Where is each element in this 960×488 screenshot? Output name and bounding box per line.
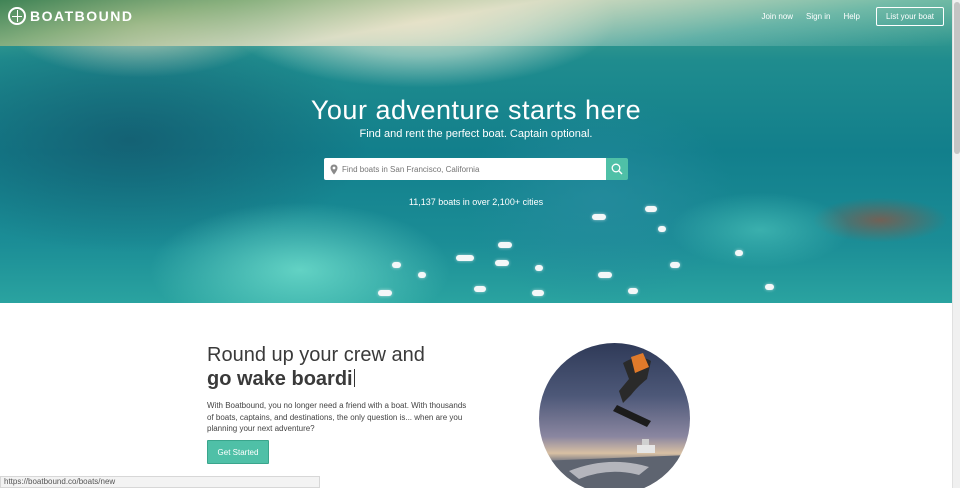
boat-decor xyxy=(498,242,512,248)
boat-decor xyxy=(378,290,392,296)
boat-decor xyxy=(598,272,612,278)
boat-decor xyxy=(592,214,606,220)
anchor-wheel-icon xyxy=(8,7,26,25)
hero-title: Your adventure starts here xyxy=(310,95,642,125)
join-now-link[interactable]: Join now xyxy=(761,12,793,21)
feature-description: With Boatbound, you no longer need a fri… xyxy=(207,401,467,433)
boat-decor xyxy=(532,290,544,296)
hero-subtitle: Find and rent the perfect boat. Captain … xyxy=(359,128,593,140)
brand-logo[interactable]: BOATBOUND xyxy=(8,7,133,25)
browser-status-url: https://boatbound.co/boats/new xyxy=(0,476,320,488)
page: BOATBOUND Join now Sign in Help List you… xyxy=(0,0,952,488)
logo-text: BOATBOUND xyxy=(30,8,134,24)
top-navigation: BOATBOUND Join now Sign in Help List you… xyxy=(0,0,952,32)
boat-decor xyxy=(670,262,680,268)
boat-decor xyxy=(495,260,509,266)
boat-decor xyxy=(418,272,426,278)
boat-decor xyxy=(535,265,543,271)
boat-decor xyxy=(765,284,774,290)
list-your-boat-button[interactable]: List your boat xyxy=(875,7,944,26)
headline-line-1: Round up your crew and xyxy=(207,344,425,366)
search-button[interactable] xyxy=(606,158,628,180)
boat-decor xyxy=(735,250,743,256)
boat-decor xyxy=(628,288,638,294)
boat-count-text: 11,137 boats in over 2,100+ cities xyxy=(408,197,544,207)
typing-cursor xyxy=(353,369,355,387)
search-icon xyxy=(611,163,623,175)
feature-section: Round up your crew and go wake boardi Wi… xyxy=(0,303,952,488)
get-started-button[interactable]: Get Started xyxy=(207,440,269,464)
feature-headline: Round up your crew and go wake boardi xyxy=(207,343,425,391)
sign-in-link[interactable]: Sign in xyxy=(806,12,830,21)
search-bar xyxy=(324,158,628,180)
headline-typing-text: go wake boardi xyxy=(207,368,353,390)
search-field-wrapper xyxy=(324,158,606,180)
location-pin-icon xyxy=(330,164,338,174)
boat-decor xyxy=(474,286,486,292)
nav-links: Join now Sign in Help List your boat xyxy=(748,7,944,26)
wakeboarder-illustration xyxy=(539,353,690,488)
hero-section: BOATBOUND Join now Sign in Help List you… xyxy=(0,0,952,303)
headline-line-2: go wake boardi xyxy=(207,367,425,391)
boat-decor xyxy=(456,255,474,261)
wakeboarder-photo xyxy=(539,343,690,488)
help-link[interactable]: Help xyxy=(844,12,860,21)
boat-decor xyxy=(658,226,666,232)
boat-decor xyxy=(392,262,401,268)
location-search-input[interactable] xyxy=(342,164,592,174)
scrollbar-thumb[interactable] xyxy=(954,2,960,154)
vertical-scrollbar[interactable] xyxy=(952,0,960,488)
